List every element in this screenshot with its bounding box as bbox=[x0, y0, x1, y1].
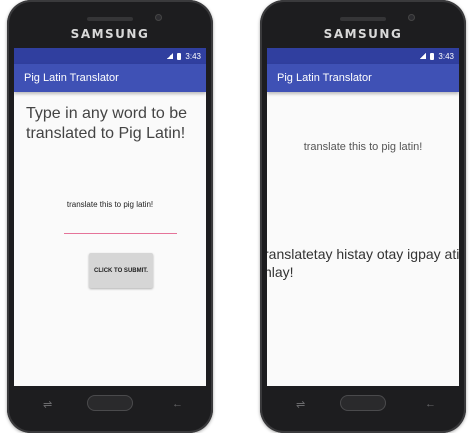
content: translate this to pig latin! ranslatetay… bbox=[267, 92, 459, 386]
phone-right: SAMSUNG 3:43 Pig Latin Translator transl… bbox=[260, 0, 466, 433]
status-bar: 3:43 bbox=[267, 48, 459, 64]
home-button-icon[interactable] bbox=[340, 395, 386, 411]
nav-keys: ⇌ ← bbox=[260, 392, 466, 418]
signal-icon bbox=[420, 53, 427, 59]
status-time: 3:43 bbox=[438, 51, 454, 61]
earpiece bbox=[340, 17, 386, 21]
word-input[interactable]: translate this to pig latin! bbox=[14, 200, 206, 209]
earpiece bbox=[87, 17, 133, 21]
front-camera-icon bbox=[155, 14, 162, 21]
home-button-icon[interactable] bbox=[87, 395, 133, 411]
recent-apps-icon[interactable]: ⇌ bbox=[296, 398, 305, 411]
submit-button[interactable]: CLICK TO SUBMIT. bbox=[89, 253, 153, 288]
app-title: Pig Latin Translator bbox=[24, 72, 119, 84]
status-bar: 3:43 bbox=[14, 48, 206, 64]
original-text: translate this to pig latin! bbox=[303, 141, 423, 153]
status-time: 3:43 bbox=[185, 51, 201, 61]
signal-icon bbox=[167, 53, 174, 59]
recent-apps-icon[interactable]: ⇌ bbox=[43, 398, 52, 411]
translation-result: ranslatetay histay otay igpay atinlay! bbox=[267, 246, 459, 280]
back-arrow-icon[interactable]: ← bbox=[425, 398, 436, 410]
content: Type in any word to be translated to Pig… bbox=[14, 92, 206, 386]
back-arrow-icon[interactable]: ← bbox=[172, 398, 183, 410]
input-underline bbox=[64, 233, 177, 234]
screen: 3:43 Pig Latin Translator Type in any wo… bbox=[14, 48, 206, 386]
front-camera-icon bbox=[408, 14, 415, 21]
brand-logo: SAMSUNG bbox=[70, 27, 150, 41]
screen: 3:43 Pig Latin Translator translate this… bbox=[267, 48, 459, 386]
brand-logo: SAMSUNG bbox=[323, 27, 403, 41]
battery-icon bbox=[177, 52, 182, 60]
app-bar: Pig Latin Translator bbox=[14, 64, 206, 92]
phone-left: SAMSUNG 3:43 Pig Latin Translator Type i… bbox=[7, 0, 213, 433]
battery-icon bbox=[430, 52, 435, 60]
app-bar: Pig Latin Translator bbox=[267, 64, 459, 92]
app-title: Pig Latin Translator bbox=[277, 72, 372, 84]
prompt-text: Type in any word to be translated to Pig… bbox=[26, 105, 187, 142]
nav-keys: ⇌ ← bbox=[7, 392, 213, 418]
